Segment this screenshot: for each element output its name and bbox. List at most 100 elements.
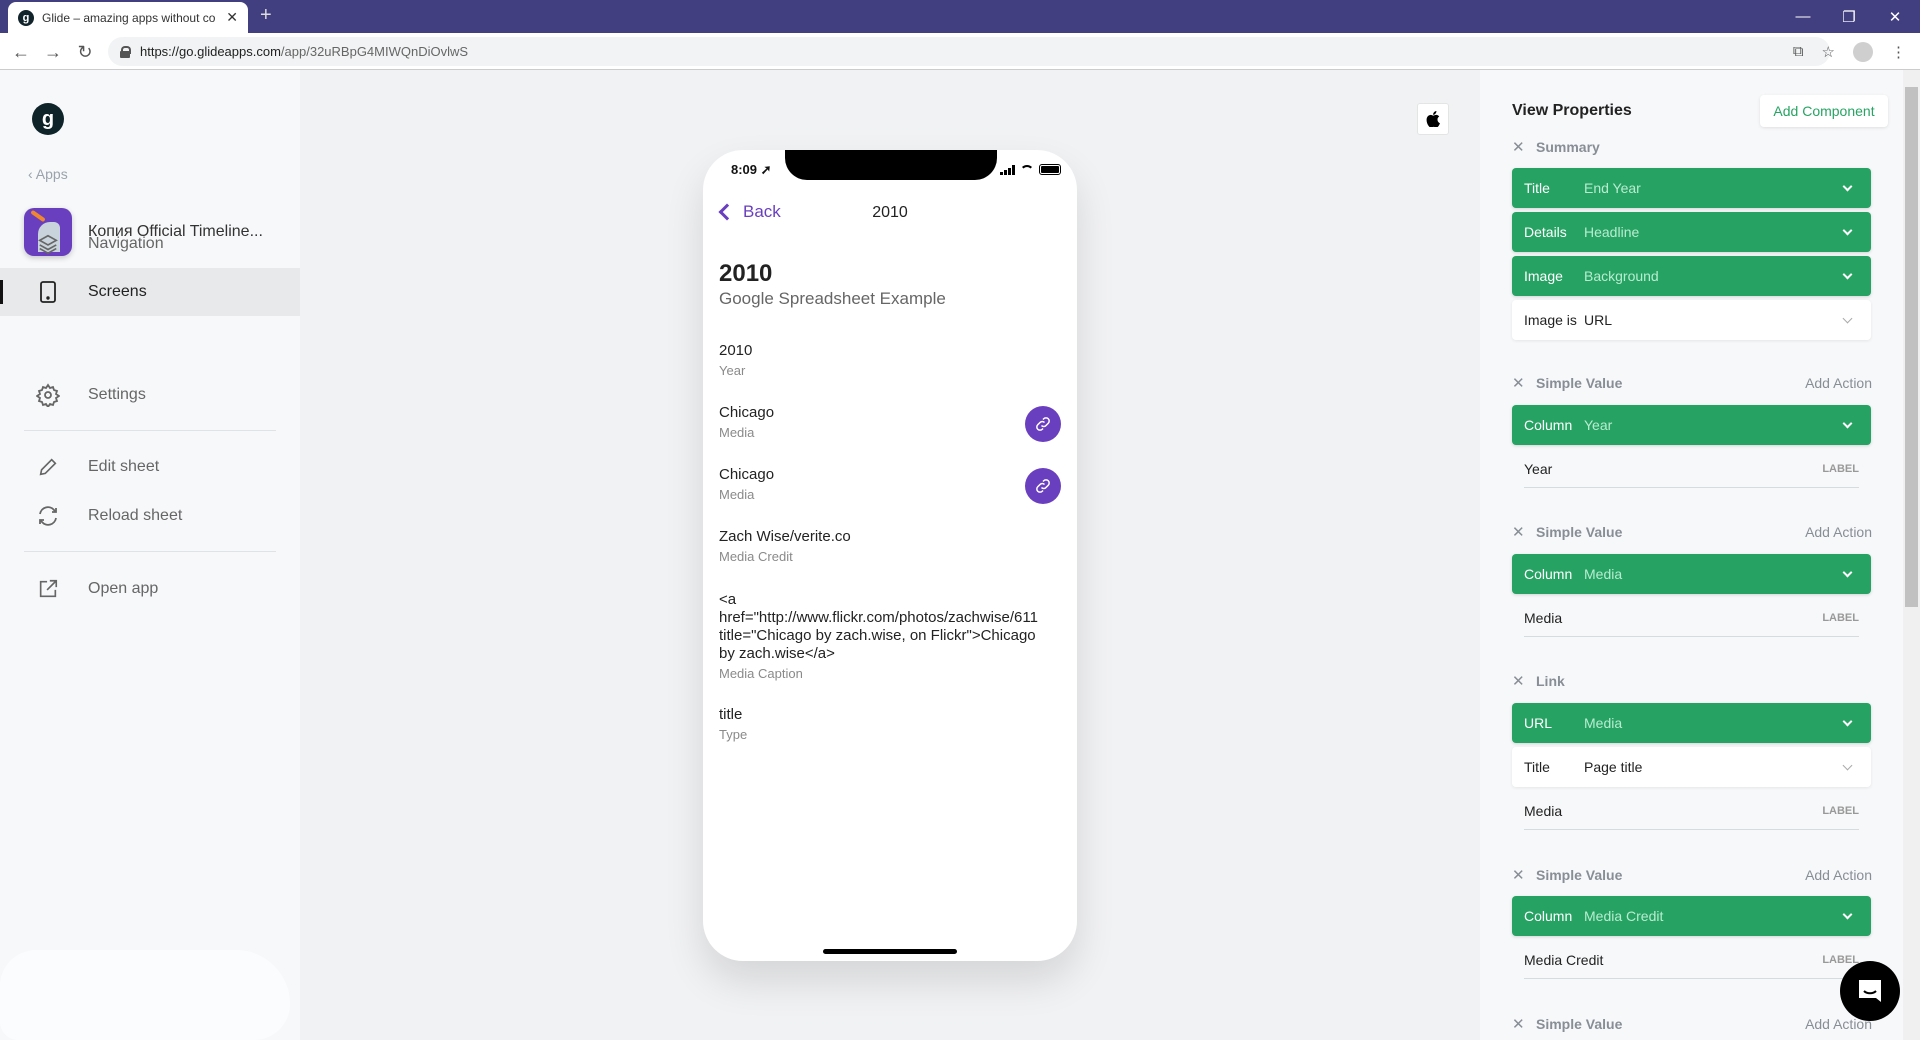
remove-component-icon[interactable]: ✕ [1512, 374, 1525, 392]
field-media: Chicago Media [719, 466, 775, 502]
sidebar-item-screens[interactable]: Screens [0, 268, 300, 316]
back-arrow-icon[interactable]: ← [9, 40, 33, 64]
field-media-credit: Zach Wise/verite.co Media Credit [719, 528, 851, 564]
tab-title: Glide – amazing apps without co [42, 10, 216, 25]
phone-icon [36, 280, 60, 304]
field-media-caption: <a href="http://www.flickr.com/photos/za… [719, 591, 1038, 681]
gear-icon [36, 383, 60, 407]
sidebar-item-reload-sheet[interactable]: Reload sheet [0, 492, 300, 540]
forward-arrow-icon[interactable]: → [41, 40, 65, 64]
restore-button[interactable]: ❐ [1826, 0, 1872, 33]
sidebar-item-navigation[interactable]: Navigation [0, 220, 300, 268]
section-simple-value-media: ✕ Simple Value Add Action [1512, 523, 1872, 541]
panel-title: View Properties [1512, 102, 1632, 119]
screen-title: 2010 [872, 204, 908, 221]
chevron-down-icon [1842, 313, 1853, 323]
preview-area: 8:09 ➚ Back 2010 2010 Google Spreadsheet… [300, 70, 1480, 1040]
label-input-media[interactable]: Media LABEL [1524, 599, 1859, 637]
label-input-link[interactable]: Media LABEL [1524, 792, 1859, 830]
chevron-down-icon [1842, 181, 1853, 191]
remove-component-icon[interactable]: ✕ [1512, 138, 1525, 156]
chevron-down-icon [1842, 269, 1853, 279]
field-media: Chicago Media [719, 404, 775, 440]
view-properties-panel: View Properties Add Component ✕ Summary … [1480, 70, 1903, 1040]
summary-details-select[interactable]: Details Headline [1512, 212, 1871, 252]
chevron-down-icon [1842, 909, 1853, 919]
external-link-icon [36, 577, 60, 601]
remove-component-icon[interactable]: ✕ [1512, 523, 1525, 541]
section-link: ✕ Link [1512, 672, 1565, 690]
close-window-button[interactable]: ✕ [1872, 0, 1918, 33]
scrollbar-thumb[interactable] [1905, 87, 1918, 607]
label-input-media-credit[interactable]: Media Credit LABEL [1524, 941, 1859, 979]
star-icon[interactable]: ☆ [1822, 43, 1835, 61]
link-title-select[interactable]: Title Page title [1512, 747, 1871, 787]
link-icon [1036, 479, 1050, 493]
remove-component-icon[interactable]: ✕ [1512, 672, 1525, 690]
field-year: 2010 Year [719, 342, 753, 378]
intercom-chat-button[interactable] [1840, 961, 1900, 1021]
tab-close-icon[interactable]: ✕ [226, 9, 238, 26]
menu-dots-icon[interactable]: ⋮ [1891, 43, 1906, 61]
decorative-shape [0, 950, 290, 1040]
link-button[interactable] [1025, 468, 1061, 504]
summary-image-select[interactable]: Image Background [1512, 256, 1871, 296]
status-time: 8:09 ➚ [731, 162, 772, 177]
pencil-icon [36, 455, 60, 479]
profile-avatar[interactable] [1853, 41, 1873, 62]
home-indicator [823, 949, 957, 954]
battery-icon [1039, 164, 1061, 175]
column-media-select[interactable]: Column Media [1512, 554, 1871, 594]
browser-tab[interactable]: g Glide – amazing apps without co ✕ [8, 2, 248, 33]
status-icons [1000, 164, 1061, 175]
lock-icon [120, 46, 131, 58]
sidebar-item-open-app[interactable]: Open app [0, 565, 300, 613]
minimize-button[interactable]: — [1780, 0, 1826, 33]
reload-icon[interactable]: ↻ [73, 40, 97, 64]
chevron-down-icon [1842, 225, 1853, 235]
label-input-year[interactable]: Year LABEL [1524, 450, 1859, 488]
layers-icon [36, 232, 60, 256]
hero-subtitle: Google Spreadsheet Example [719, 289, 946, 308]
sidebar: g ‹ Apps Копия Official Timeline... Navi… [0, 70, 300, 1040]
panel-scrollbar[interactable] [1903, 70, 1920, 1040]
sidebar-divider [24, 551, 276, 552]
phone-notch [785, 150, 997, 180]
chevron-down-icon [1842, 418, 1853, 428]
add-action-button[interactable]: Add Action [1805, 524, 1872, 540]
column-media-credit-select[interactable]: Column Media Credit [1512, 896, 1871, 936]
remove-component-icon[interactable]: ✕ [1512, 866, 1525, 884]
browser-tab-bar: g Glide – amazing apps without co ✕ + — … [0, 0, 1920, 33]
reload-sheet-icon [36, 504, 60, 528]
sidebar-divider [24, 430, 276, 431]
summary-title-select[interactable]: Title End Year [1512, 168, 1871, 208]
apple-icon [1426, 111, 1440, 127]
section-summary: ✕ Summary [1512, 138, 1600, 156]
apps-back-link[interactable]: ‹ Apps [28, 166, 68, 182]
sidebar-item-settings[interactable]: Settings [0, 371, 300, 419]
section-simple-value-next: ✕ Simple Value Add Action [1512, 1015, 1872, 1033]
signal-icon [1000, 164, 1015, 175]
link-url-select[interactable]: URL Media [1512, 703, 1871, 743]
column-year-select[interactable]: Column Year [1512, 405, 1871, 445]
add-action-button[interactable]: Add Action [1805, 867, 1872, 883]
sidebar-item-edit-sheet[interactable]: Edit sheet [0, 443, 300, 491]
url-input[interactable]: https://go.glideapps.com /app/32uRBpG4MI… [108, 37, 1830, 66]
image-is-select[interactable]: Image is URL [1512, 300, 1871, 340]
chat-icon [1859, 980, 1881, 1002]
link-button[interactable] [1025, 406, 1061, 442]
remove-component-icon[interactable]: ✕ [1512, 1015, 1525, 1033]
phone-preview: 8:09 ➚ Back 2010 2010 Google Spreadsheet… [703, 150, 1077, 961]
add-action-button[interactable]: Add Action [1805, 375, 1872, 391]
field-type: title Type [719, 706, 748, 742]
hero-title: 2010 [719, 260, 773, 287]
chevron-down-icon [1842, 760, 1853, 770]
glide-logo[interactable]: g [32, 103, 64, 135]
address-bar: ← → ↻ https://go.glideapps.com /app/32uR… [0, 33, 1920, 70]
translate-icon[interactable]: ⧉ [1793, 43, 1804, 60]
ios-platform-toggle[interactable] [1417, 103, 1449, 135]
wifi-icon [1020, 164, 1034, 175]
new-tab-button[interactable]: + [260, 4, 272, 27]
link-icon [1036, 417, 1050, 431]
add-component-button[interactable]: Add Component [1760, 95, 1888, 127]
